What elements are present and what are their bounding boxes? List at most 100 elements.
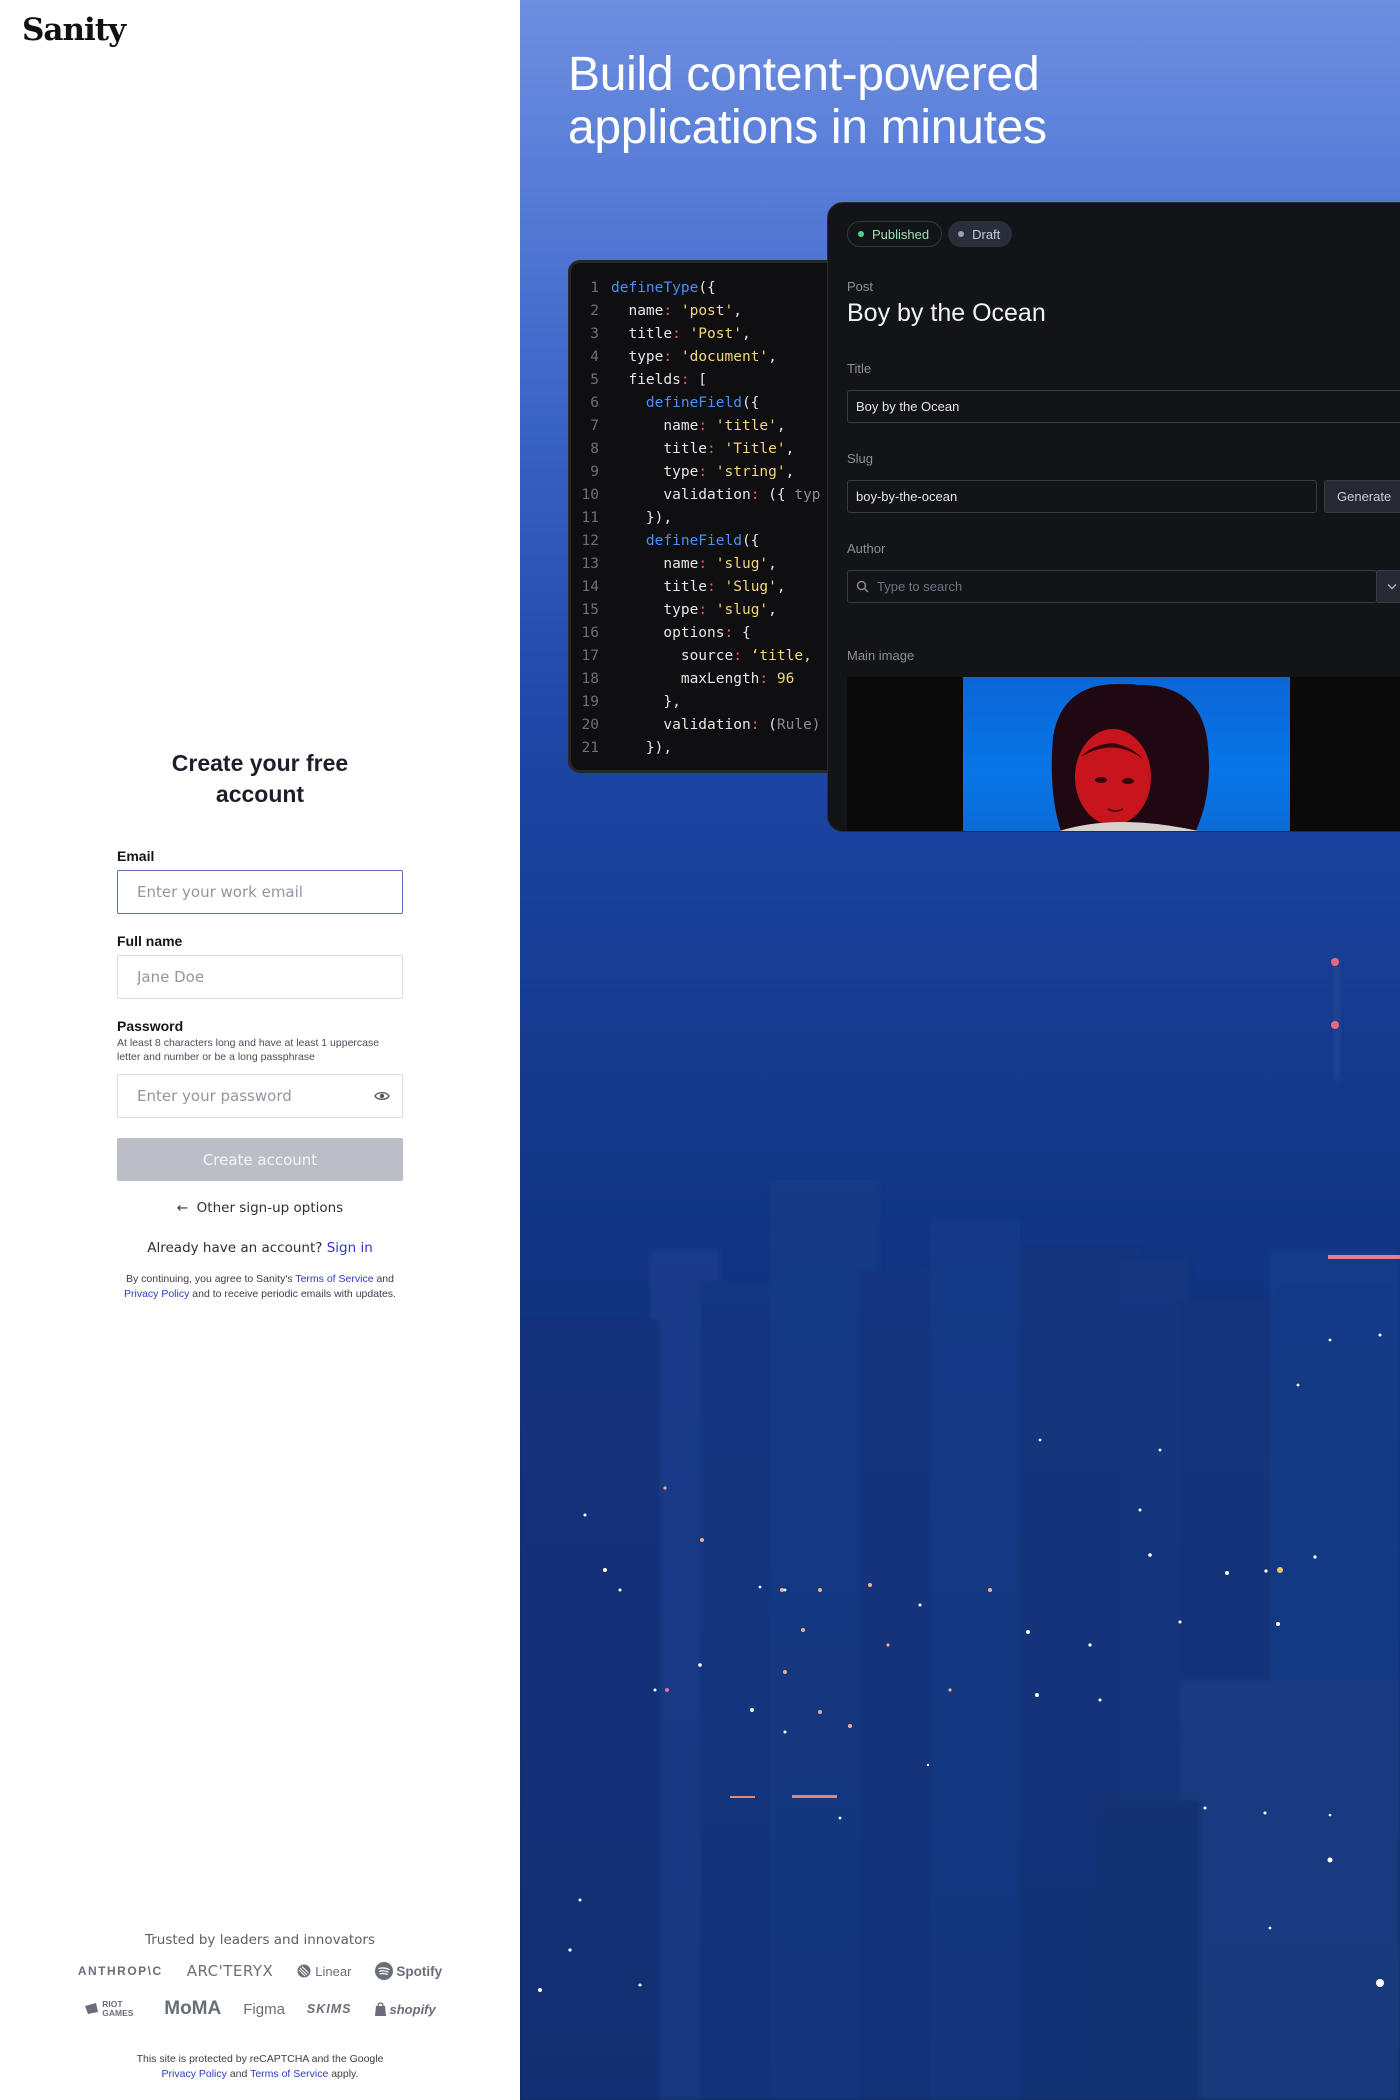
line-number: 3 — [590, 326, 599, 342]
code-line: 17 source: ‘title, — [571, 645, 865, 668]
signup-panel: Sanity Create your free account Email Fu… — [0, 0, 520, 2100]
generate-slug-button[interactable]: Generate — [1324, 480, 1400, 513]
code-line: 7 name: 'title', — [571, 415, 865, 438]
other-signup-options-link[interactable]: ← Other sign-up options — [117, 1200, 403, 1216]
line-number: 9 — [590, 464, 599, 480]
code-token: ({ — [741, 533, 760, 549]
line-number: 11 — [581, 510, 599, 526]
author-dropdown-button[interactable] — [1376, 570, 1400, 603]
code-token: : — [733, 648, 742, 664]
eye-icon[interactable] — [374, 1090, 390, 1102]
code-token: type — [611, 464, 699, 480]
code-token: , — [741, 326, 751, 342]
author-search-input[interactable]: Type to search — [847, 570, 1377, 603]
shopify-logo: shopify — [374, 2002, 436, 2017]
signup-form: Create your free account Email Full name… — [117, 748, 403, 1301]
code-line: 4 type: 'document', — [571, 346, 865, 369]
code-token: , — [768, 349, 777, 365]
main-image-preview[interactable] — [847, 677, 1400, 831]
code-token: { — [733, 625, 751, 641]
shopify-label: shopify — [389, 2001, 436, 2017]
line-number: 4 — [590, 349, 599, 365]
anthropic-logo: ANTHROP\C — [77, 1964, 163, 1978]
code-line: 16 options: { — [571, 622, 865, 645]
recaptcha-notice: This site is protected by reCAPTCHA and … — [0, 2052, 520, 2082]
riot-games-label: RIOT GAMES — [102, 1999, 134, 2018]
email-field[interactable] — [117, 870, 403, 914]
sign-in-link[interactable]: Sign in — [327, 1240, 373, 1256]
hero-headline-line-1: Build content-powered — [568, 48, 1040, 101]
code-token: , — [733, 303, 742, 319]
recaptcha-and: and — [229, 2068, 248, 2080]
code-token: }), — [611, 510, 673, 526]
code-token: defineType — [611, 280, 699, 296]
password-field[interactable] — [117, 1074, 403, 1118]
code-line: 3 title: 'Post', — [571, 323, 865, 346]
fullname-field[interactable] — [117, 955, 403, 999]
code-token: 'slug' — [715, 556, 769, 572]
google-terms-link[interactable]: Terms of Service — [250, 2068, 328, 2080]
terms-suffix: and to receive periodic emails with upda… — [192, 1287, 396, 1300]
code-token: defineField — [645, 395, 742, 411]
code-token: typ — [794, 487, 821, 503]
draft-badge[interactable]: Draft — [948, 221, 1013, 247]
code-token: Rule) — [776, 717, 821, 733]
riot-games-logo: RIOT GAMES — [84, 2000, 142, 2018]
privacy-policy-link[interactable]: Privacy Policy — [124, 1288, 189, 1300]
published-badge[interactable]: Published — [847, 221, 943, 247]
slug-field-input[interactable]: boy-by-the-ocean — [847, 480, 1317, 513]
fullname-group: Full name — [117, 933, 403, 999]
line-number: 14 — [581, 579, 599, 595]
code-line: 12 defineField({ — [571, 530, 865, 553]
code-line: 9 type: 'string', — [571, 461, 865, 484]
sanity-logo[interactable]: Sanity — [22, 12, 126, 48]
code-token: , — [776, 579, 786, 595]
code-token: 'title' — [715, 418, 777, 434]
status-chips: Published Draft — [847, 221, 1013, 247]
code-line: 13 name: 'slug', — [571, 553, 865, 576]
fullname-input[interactable] — [137, 968, 383, 986]
code-token: title — [611, 326, 673, 342]
title-field-label: Title — [847, 361, 872, 376]
line-number: 12 — [581, 533, 599, 549]
page-title: Create your free account — [171, 750, 349, 807]
author-search-placeholder: Type to search — [877, 579, 963, 594]
slug-field-label: Slug — [847, 451, 874, 466]
moma-logo: MoMA — [164, 1998, 222, 2019]
password-input[interactable] — [137, 1087, 383, 1105]
recaptcha-prefix: This site is protected by reCAPTCHA and … — [136, 2053, 384, 2065]
code-token: , — [776, 418, 786, 434]
line-number: 2 — [590, 303, 599, 319]
google-privacy-link[interactable]: Privacy Policy — [162, 2068, 227, 2080]
search-icon — [856, 580, 869, 593]
terms-of-service-link[interactable]: Terms of Service — [295, 1273, 373, 1285]
spotify-logo: Spotify — [375, 1962, 442, 1980]
create-account-button[interactable]: Create account — [117, 1138, 403, 1181]
code-line: 18 maxLength: 96 — [571, 668, 865, 691]
title-field-input[interactable]: Boy by the Ocean — [847, 390, 1400, 423]
skims-logo: SKIMS — [306, 2002, 352, 2016]
code-token: name — [611, 418, 699, 434]
sign-in-prompt: Already have an account? Sign in — [117, 1240, 403, 1256]
code-line: 15 type: 'slug', — [571, 599, 865, 622]
customer-logos-row-1: ANTHROP\C ARC'TERYX Linear Spotify — [0, 1962, 520, 1980]
draft-dot-icon — [958, 231, 965, 237]
code-line: 6 defineField({ — [571, 392, 865, 415]
code-token: name — [611, 556, 699, 572]
arrow-left-icon: ← — [176, 1200, 189, 1216]
code-token: : — [698, 464, 708, 480]
code-token: maxLength — [611, 671, 760, 687]
riot-fist-icon — [85, 2003, 99, 2014]
spotify-icon — [375, 1962, 394, 1980]
email-input[interactable] — [137, 883, 383, 901]
code-token: type — [611, 602, 699, 618]
fullname-label: Full name — [117, 933, 183, 949]
code-token: [ — [689, 372, 708, 388]
